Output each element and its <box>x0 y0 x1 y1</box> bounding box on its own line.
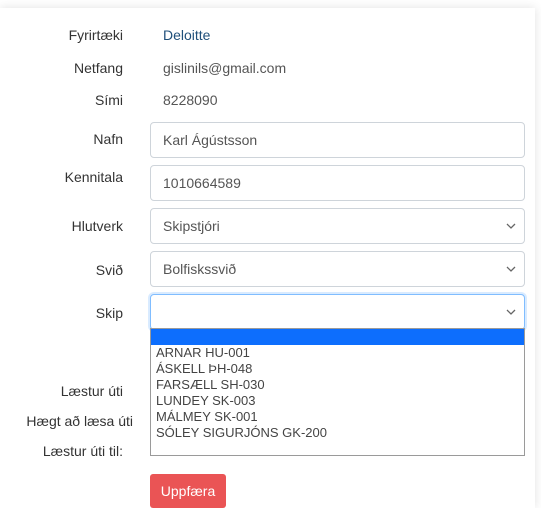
can-lock-out-label: Hægt að læsa úti <box>26 413 133 429</box>
company-label: Fyrirtæki <box>68 27 123 43</box>
email-value: gislinils@gmail.com <box>163 60 287 76</box>
company-value: Deloitte <box>163 27 211 43</box>
ship-dropdown-list: ARNAR HU-001 ÁSKELL ÞH-048 FARSÆLL SH-03… <box>150 328 525 456</box>
chevron-down-icon <box>506 209 516 243</box>
ship-option[interactable] <box>151 329 524 345</box>
locked-until-label: Læstur úti til: <box>42 443 123 459</box>
role-label: Hlutverk <box>71 218 123 234</box>
chevron-down-icon <box>506 295 516 329</box>
ship-option[interactable]: LUNDEY SK-003 <box>151 393 524 409</box>
ship-option[interactable]: ÁSKELL ÞH-048 <box>151 361 524 377</box>
role-select-value: Skipstjóri <box>163 218 220 234</box>
ship-option[interactable]: ARNAR HU-001 <box>151 345 524 361</box>
kennitala-field[interactable]: 1010664589 <box>150 165 525 201</box>
ship-option[interactable]: MÁLMEY SK-001 <box>151 409 524 425</box>
email-label: Netfang <box>73 60 123 76</box>
update-button[interactable]: Uppfæra <box>150 474 226 508</box>
ship-select[interactable] <box>150 294 525 330</box>
name-label: Nafn <box>93 131 123 147</box>
name-field-value: Karl Ágústsson <box>163 132 258 148</box>
division-select-value: Bolfiskssvið <box>163 261 237 277</box>
phone-value: 8228090 <box>163 92 218 108</box>
kennitala-field-value: 1010664589 <box>163 175 241 191</box>
ship-option[interactable]: SÓLEY SIGURJÓNS GK-200 <box>151 425 524 441</box>
division-label: Svið <box>95 262 123 278</box>
ship-label: Skip <box>95 305 123 321</box>
kennitala-label: Kennitala <box>64 169 123 185</box>
role-select[interactable]: Skipstjóri <box>150 208 525 244</box>
ship-option[interactable]: FARSÆLL SH-030 <box>151 377 524 393</box>
chevron-down-icon <box>506 252 516 286</box>
name-field[interactable]: Karl Ágústsson <box>150 122 525 158</box>
division-select[interactable]: Bolfiskssvið <box>150 251 525 287</box>
locked-out-label: Læstur úti <box>60 383 123 399</box>
phone-label: Sími <box>95 92 123 108</box>
